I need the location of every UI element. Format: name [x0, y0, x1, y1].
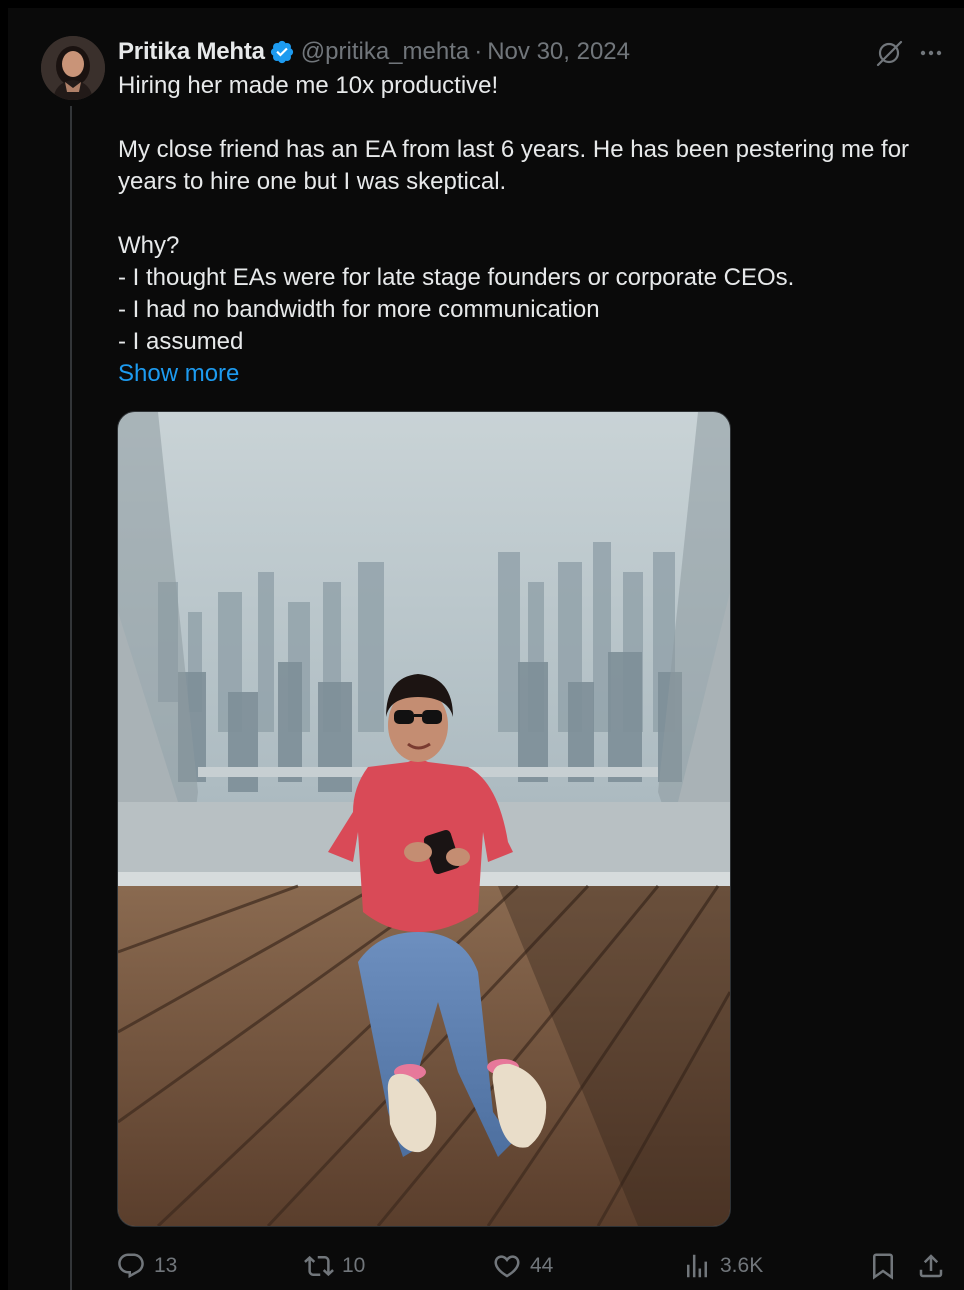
tweet-date[interactable]: Nov 30, 2024 — [487, 38, 630, 66]
author-handle[interactable]: @pritika_mehta — [301, 38, 469, 66]
views-button[interactable]: 3.6K — [682, 1246, 763, 1286]
reply-button[interactable]: 13 — [116, 1246, 177, 1286]
verified-badge-icon — [269, 39, 295, 65]
like-button[interactable]: 44 — [492, 1246, 553, 1286]
tweet-card[interactable]: Pritika Mehta @pritika_mehta · Nov 30, 2… — [0, 0, 964, 1290]
heart-icon — [494, 1255, 520, 1278]
tweet-line: Hiring her made me 10x productive! — [118, 72, 499, 99]
analytics-icon — [687, 1254, 707, 1278]
tweet-line: - I thought EAs were for late stage foun… — [118, 264, 795, 291]
more-options-icon[interactable] — [916, 38, 946, 68]
thread-line — [70, 106, 72, 1290]
bookmark-icon — [873, 1253, 893, 1280]
tweet-line: - I had no bandwidth for more communicat… — [118, 296, 600, 323]
tweet-line: My close friend has an EA from last 6 ye… — [118, 136, 910, 195]
retweet-button[interactable]: 10 — [304, 1246, 365, 1286]
action-bar: 13 10 44 3.6K — [114, 1246, 954, 1286]
views-count: 3.6K — [720, 1254, 764, 1277]
like-count: 44 — [530, 1254, 554, 1277]
grok-icon[interactable] — [874, 38, 904, 68]
reply-count: 13 — [154, 1254, 178, 1277]
bookmark-button[interactable] — [868, 1246, 898, 1286]
tweet-line: Why? — [118, 232, 180, 259]
share-button[interactable] — [916, 1246, 946, 1286]
retweet-count: 10 — [342, 1254, 366, 1277]
tweet-line — [118, 198, 938, 230]
share-icon — [919, 1254, 943, 1278]
tweet-text: Hiring her made me 10x productive! My cl… — [118, 70, 938, 358]
tweet-header: Pritika Mehta @pritika_mehta · Nov 30, 2… — [118, 36, 630, 68]
tweet-line: - I assumed — [118, 328, 244, 355]
show-more-link[interactable]: Show more — [118, 358, 239, 390]
author-name[interactable]: Pritika Mehta — [118, 38, 265, 66]
reply-icon — [118, 1253, 144, 1279]
avatar[interactable] — [41, 36, 105, 100]
separator-dot: · — [474, 38, 483, 65]
retweet-icon — [304, 1255, 334, 1277]
tweet-line — [118, 102, 938, 134]
tweet-photo[interactable] — [117, 411, 731, 1227]
